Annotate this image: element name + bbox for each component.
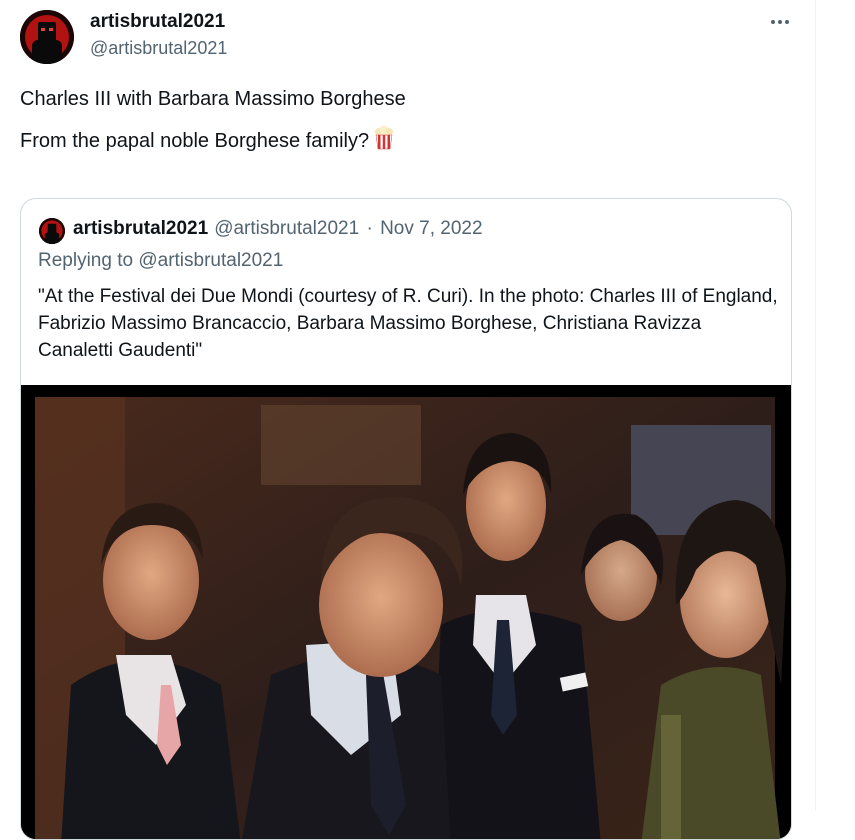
quoted-author-avatar[interactable] <box>39 218 65 244</box>
timeline-border <box>815 0 816 811</box>
quoted-author-name[interactable]: artisbrutal2021 <box>73 218 208 239</box>
meta-separator: · <box>366 218 373 239</box>
quoted-author-handle[interactable]: @artisbrutal2021 <box>214 218 359 239</box>
author-avatar[interactable] <box>20 10 74 64</box>
tweet-text-line-2-label: From the papal noble Borghese family? <box>20 130 370 152</box>
more-icon[interactable] <box>766 10 794 34</box>
quoted-tweet-card[interactable]: artisbrutal2021 @artisbrutal2021 · Nov 7,… <box>20 198 792 840</box>
tweet-text-line-1: Charles III with Barbara Massimo Borghes… <box>20 88 406 110</box>
quoted-tweet-date[interactable]: Nov 7, 2022 <box>380 218 482 239</box>
replying-to[interactable]: Replying to @artisbrutal2021 <box>38 250 283 272</box>
quoted-tweet-text: "At the Festival dei Due Mondi (courtesy… <box>38 286 778 361</box>
tweet-text-line-2: From the papal noble Borghese family? <box>20 125 780 152</box>
tweet-text: Charles III with Barbara Massimo Borghes… <box>20 86 780 152</box>
popcorn-icon <box>373 125 395 157</box>
quoted-tweet-header: artisbrutal2021 @artisbrutal2021 · Nov 7,… <box>73 218 483 240</box>
quoted-tweet-photo[interactable] <box>21 385 791 839</box>
author-handle[interactable]: @artisbrutal2021 <box>90 38 227 59</box>
author-display-name[interactable]: artisbrutal2021 <box>90 11 225 33</box>
